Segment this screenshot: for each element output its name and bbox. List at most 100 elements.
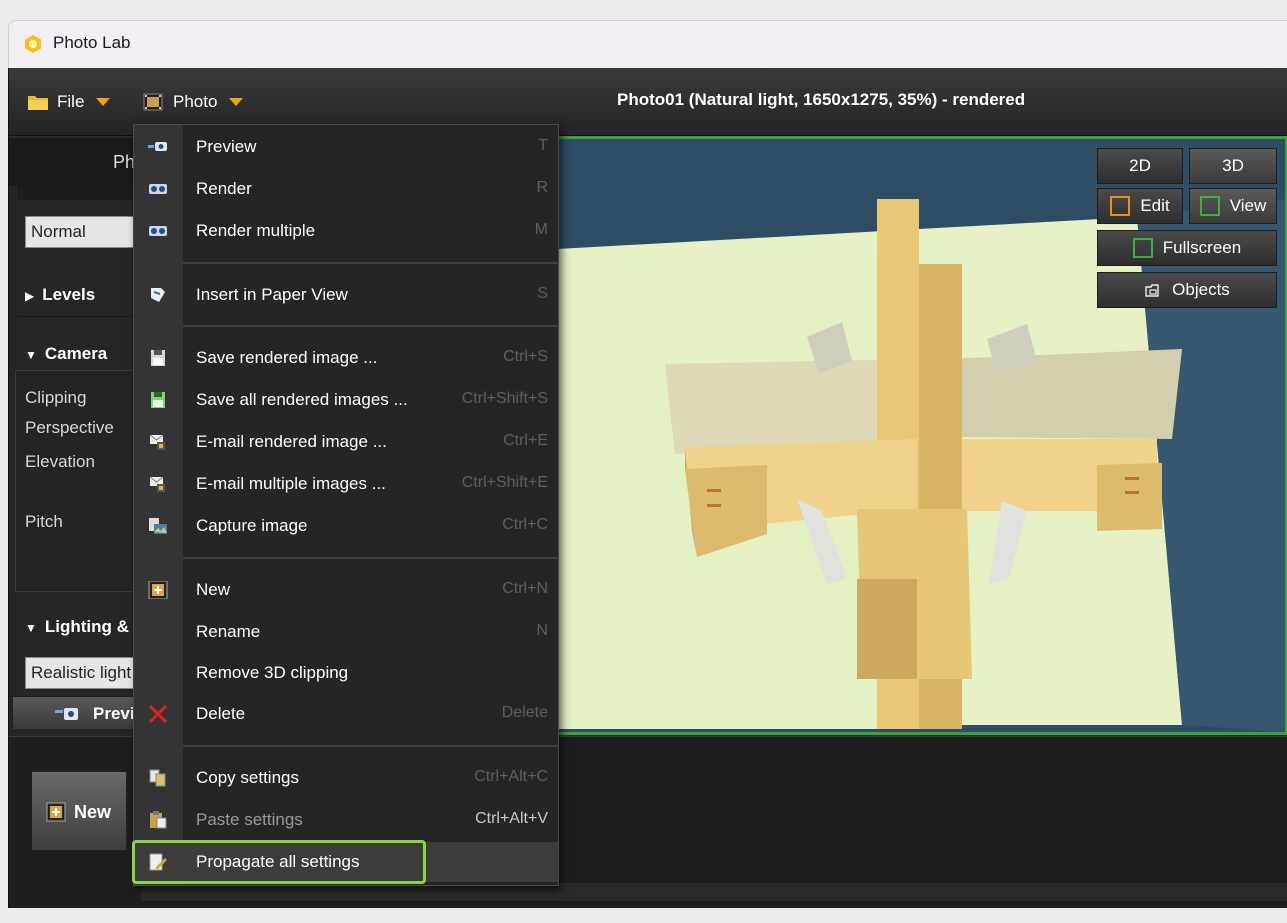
camera-label: Camera: [44, 344, 108, 363]
new-photo-button[interactable]: New: [31, 771, 127, 851]
menu-item-label: E-mail multiple images ...: [196, 474, 386, 493]
menu-item-rename[interactable]: Rename N: [134, 612, 558, 652]
menu-item-label: Delete: [196, 704, 246, 723]
delete-icon: [148, 705, 168, 723]
menu-item-shortcut: Ctrl+Alt+V: [475, 810, 548, 827]
preview-button-label: Previ: [93, 704, 135, 723]
menu-item-label: New: [196, 580, 231, 599]
menu-item-shortcut: R: [536, 179, 548, 196]
rendered-office-scene: [557, 139, 1285, 732]
lighting-section-header[interactable]: ▼ Lighting &: [9, 617, 144, 637]
file-menu-label: File: [57, 92, 85, 111]
view-button[interactable]: View: [1189, 188, 1277, 224]
menu-separator: [183, 557, 558, 559]
triangle-down-icon: ▼: [25, 621, 37, 635]
menu-item-capture-image[interactable]: Capture image Ctrl+C: [134, 506, 558, 546]
menu-item-label: Capture image: [196, 516, 308, 535]
photo-dropdown-menu: Preview T Render R Render multiple M Ins…: [133, 124, 559, 886]
photo-viewport[interactable]: [554, 136, 1287, 735]
lighting-select[interactable]: Realistic light: [25, 657, 144, 689]
menu-item-remove-3d-clipping[interactable]: Remove 3D clipping: [134, 653, 558, 693]
view-mode-icon: [1199, 196, 1220, 216]
edit-button[interactable]: Edit: [1097, 188, 1183, 224]
menu-item-label: Paste settings: [196, 810, 303, 829]
levels-section-header[interactable]: ▶ Levels: [9, 285, 144, 305]
pitch-label: Pitch: [25, 512, 63, 531]
photo-menu-label: Photo: [173, 92, 218, 111]
camera-preview-icon: [148, 142, 167, 151]
menu-item-label: Rename: [196, 622, 261, 641]
triangle-right-icon: ▶: [25, 289, 35, 303]
camera-section-header[interactable]: ▼ Camera: [9, 344, 144, 364]
view-mode-select[interactable]: Normal: [25, 216, 144, 248]
menu-item-label: Save all rendered images ...: [196, 390, 408, 409]
edit-mode-icon: [1110, 196, 1131, 216]
lighting-label: Lighting &: [44, 617, 129, 636]
new-photo-label: New: [74, 802, 112, 822]
capture-icon: [149, 518, 167, 534]
highlight-propagate-all-settings: [132, 840, 426, 884]
menu-separator: [183, 325, 558, 327]
new-photo-icon: [46, 802, 66, 822]
edit-label: Edit: [1140, 196, 1170, 215]
preview-button[interactable]: Previ: [12, 696, 144, 730]
menu-item-shortcut: Ctrl+C: [502, 516, 548, 533]
title-bar: Photo Lab: [8, 20, 1287, 68]
save-icon: [151, 350, 165, 366]
menu-item-label: Preview: [196, 137, 257, 156]
menu-item-label: Save rendered image ...: [196, 348, 378, 367]
chevron-down-icon: [96, 98, 111, 106]
objects-label: Objects: [1172, 280, 1230, 299]
menu-item-delete[interactable]: Delete Delete: [134, 694, 558, 734]
menu-item-shortcut: Ctrl+N: [502, 580, 548, 597]
tab-photo-label: Ph: [113, 152, 136, 172]
levels-label: Levels: [42, 285, 96, 304]
document-title: Photo01 (Natural light, 1650x1275, 35%) …: [617, 90, 1026, 109]
menu-item-label: Insert in Paper View: [196, 285, 348, 304]
menu-item-email-rendered-image[interactable]: E-mail rendered image ... Ctrl+E: [134, 422, 558, 462]
elevation-label: Elevation: [25, 452, 95, 471]
menu-item-shortcut: N: [536, 622, 548, 639]
menu-item-save-rendered-image[interactable]: Save rendered image ... Ctrl+S: [134, 338, 558, 378]
menu-item-insert-paper-view[interactable]: Insert in Paper View S: [134, 275, 558, 315]
app-logo-icon: [25, 35, 41, 53]
render-multiple-icon: [149, 226, 167, 236]
menu-item-email-multiple-images[interactable]: E-mail multiple images ... Ctrl+Shift+E: [134, 464, 558, 504]
menu-item-shortcut: Ctrl+Shift+E: [461, 474, 548, 491]
menu-item-paste-settings[interactable]: Paste settings Ctrl+Alt+V: [134, 800, 558, 840]
menu-item-label: Remove 3D clipping: [196, 663, 349, 682]
triangle-down-icon: ▼: [25, 348, 37, 362]
paper-view-icon: [151, 288, 165, 302]
film-photo-icon: [143, 93, 163, 111]
panel-divider: [17, 186, 144, 200]
menu-item-label: E-mail rendered image ...: [196, 432, 387, 451]
fullscreen-button[interactable]: Fullscreen: [1097, 230, 1277, 266]
render-icon: [149, 184, 167, 194]
left-panel: Ph Normal ▶ Levels ▼ Camera Clipping Persp…: [9, 138, 144, 738]
menu-item-copy-settings[interactable]: Copy settings Ctrl+Alt+C: [134, 758, 558, 798]
email-icon: [149, 434, 165, 450]
email-multiple-icon: [149, 476, 165, 492]
copy-settings-icon: [149, 769, 166, 787]
menu-item-render-multiple[interactable]: Render multiple M: [134, 211, 558, 251]
menu-item-shortcut: Ctrl+Shift+S: [461, 390, 548, 407]
photo-menu[interactable]: Photo: [143, 90, 244, 114]
divider: [17, 316, 144, 317]
menu-item-save-all-rendered-images[interactable]: Save all rendered images ... Ctrl+Shift+…: [134, 380, 558, 420]
objects-button[interactable]: Objects: [1097, 272, 1277, 308]
file-menu[interactable]: File: [27, 90, 111, 114]
save-all-icon: [151, 392, 165, 408]
menu-item-shortcut: S: [537, 285, 548, 302]
menu-item-shortcut: Ctrl+S: [503, 348, 548, 365]
menu-item-preview[interactable]: Preview T: [134, 127, 558, 167]
menu-item-render[interactable]: Render R: [134, 169, 558, 209]
tab-photo[interactable]: Ph: [9, 138, 144, 186]
menu-separator: [183, 745, 558, 747]
2d-button[interactable]: 2D: [1097, 148, 1183, 184]
clipping-label: Clipping: [25, 388, 87, 407]
paste-settings-icon: [150, 811, 167, 829]
3d-button[interactable]: 3D: [1189, 148, 1277, 184]
camera-icon: [55, 708, 78, 720]
window-title: Photo Lab: [53, 33, 131, 52]
menu-item-new[interactable]: New Ctrl+N: [134, 570, 558, 610]
